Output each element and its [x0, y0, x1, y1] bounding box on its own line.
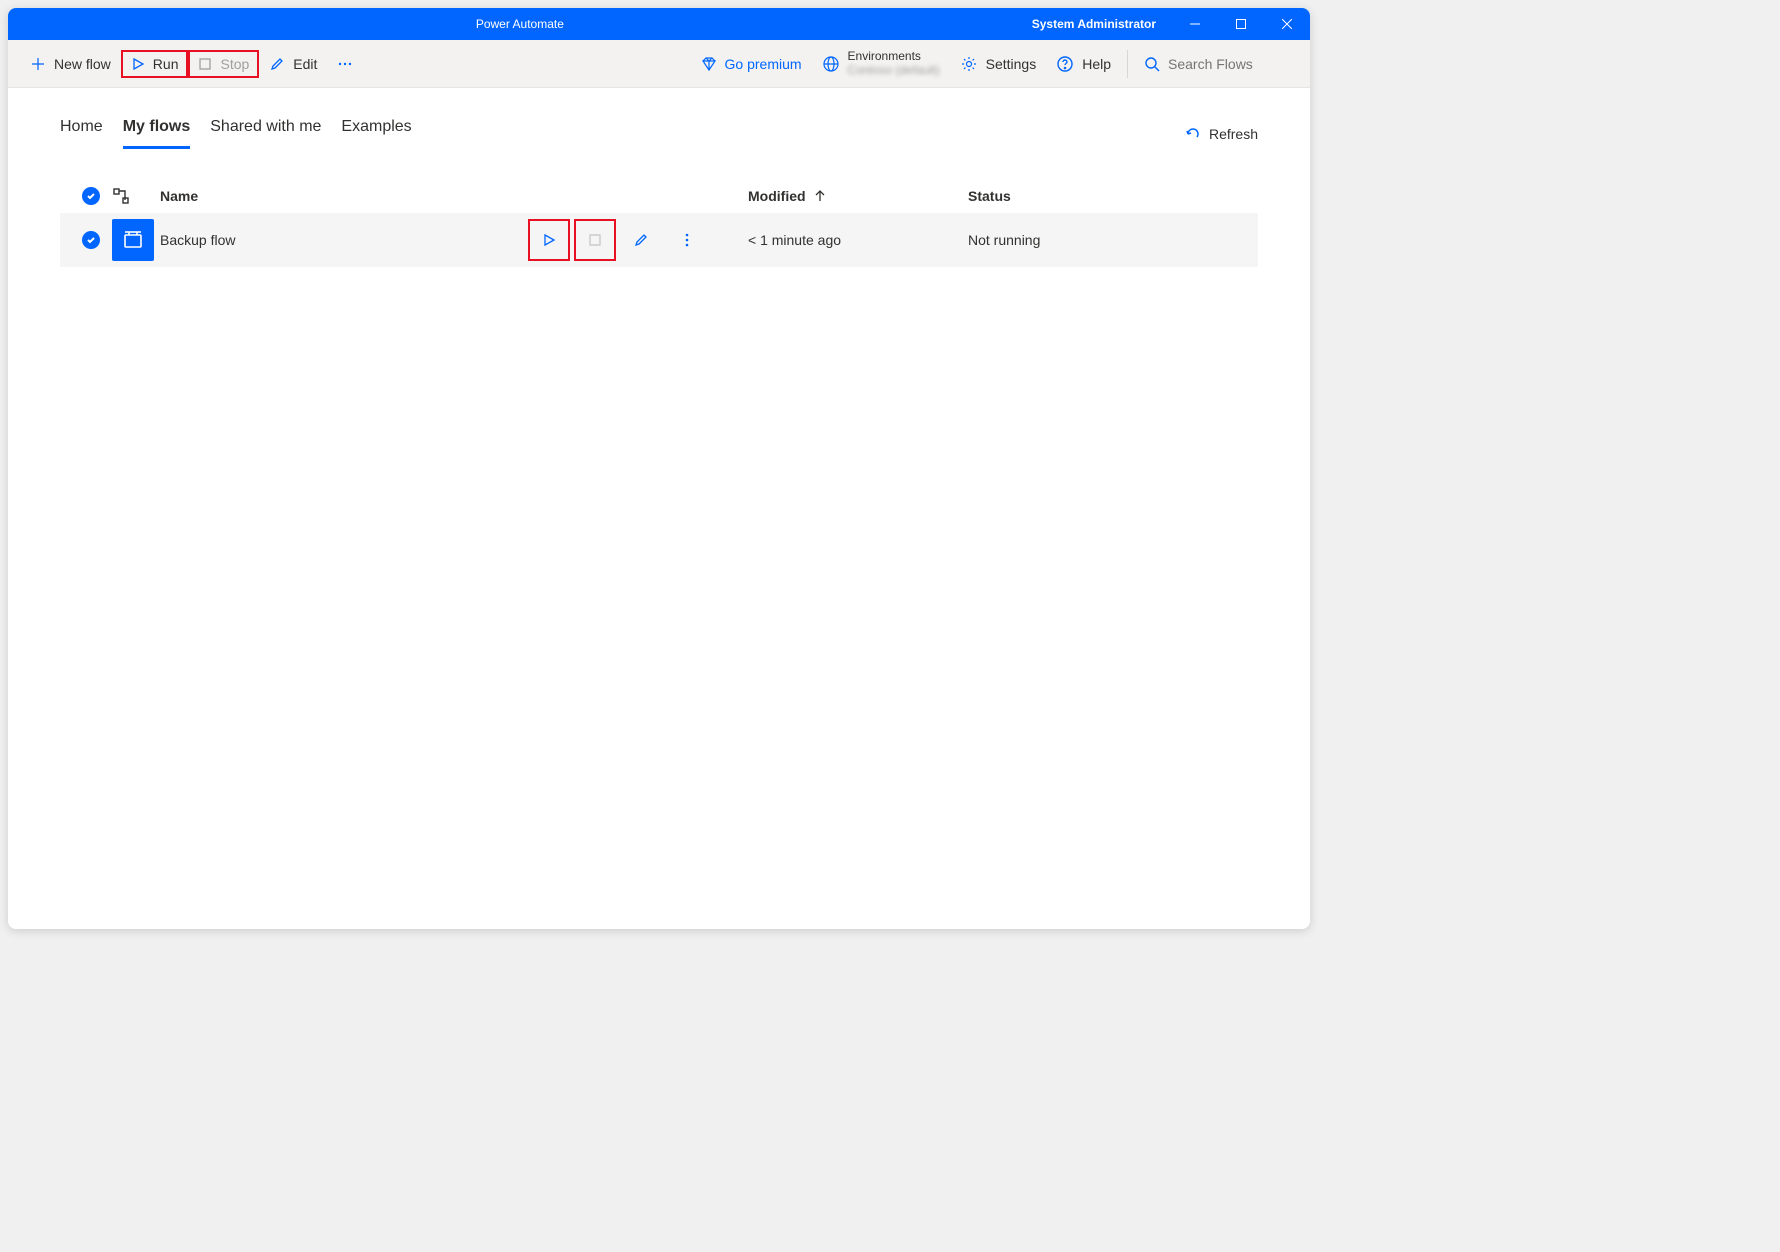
row-stop-button[interactable] [574, 219, 616, 261]
flow-modified: < 1 minute ago [748, 232, 968, 248]
app-window: Power Automate System Administrator New … [8, 8, 1310, 929]
stop-button[interactable]: Stop [188, 50, 259, 78]
tab-examples[interactable]: Examples [341, 118, 411, 149]
gear-icon [960, 55, 978, 73]
content-area: Home My flows Shared with me Examples Re… [8, 88, 1310, 929]
run-button[interactable]: Run [121, 50, 189, 78]
play-icon [131, 57, 145, 71]
column-modified[interactable]: Modified [748, 188, 968, 204]
tabs: Home My flows Shared with me Examples [60, 118, 412, 149]
tab-shared[interactable]: Shared with me [210, 118, 321, 149]
flow-name[interactable]: Backup flow [160, 232, 528, 248]
refresh-label: Refresh [1209, 126, 1258, 142]
sort-ascending-icon [814, 190, 826, 202]
row-run-button[interactable] [528, 219, 570, 261]
search-input[interactable] [1168, 56, 1288, 72]
pencil-icon [269, 56, 285, 72]
close-button[interactable] [1264, 8, 1310, 40]
tab-my-flows[interactable]: My flows [123, 118, 191, 149]
help-icon [1056, 55, 1074, 73]
flow-icon [112, 219, 160, 261]
tabs-row: Home My flows Shared with me Examples Re… [60, 118, 1258, 149]
table-row[interactable]: Backup flow < 1 minute ago Not running [60, 213, 1258, 267]
ellipsis-icon [337, 56, 353, 72]
go-premium-button[interactable]: Go premium [691, 50, 812, 78]
new-flow-label: New flow [54, 56, 111, 72]
environments-button[interactable]: Environments Contoso (default) [812, 44, 950, 82]
run-label: Run [153, 56, 179, 72]
column-status[interactable]: Status [968, 188, 1248, 204]
minimize-button[interactable] [1172, 8, 1218, 40]
diamond-icon [701, 56, 717, 72]
new-flow-button[interactable]: New flow [20, 50, 121, 78]
more-button[interactable] [327, 50, 363, 78]
select-all[interactable] [70, 187, 112, 205]
toolbar-separator [1127, 50, 1128, 78]
help-label: Help [1082, 56, 1111, 72]
stop-label: Stop [220, 56, 249, 72]
search-icon [1144, 56, 1160, 72]
globe-icon [822, 55, 840, 73]
table-header: Name Modified Status [60, 179, 1258, 213]
row-more-button[interactable] [666, 219, 708, 261]
environment-name: Contoso (default) [848, 64, 940, 77]
stop-icon [198, 57, 212, 71]
row-edit-button[interactable] [620, 219, 662, 261]
search-flows[interactable] [1134, 50, 1298, 78]
settings-button[interactable]: Settings [950, 49, 1047, 79]
maximize-button[interactable] [1218, 8, 1264, 40]
tab-home[interactable]: Home [60, 118, 103, 149]
titlebar: Power Automate System Administrator [8, 8, 1310, 40]
flows-table: Name Modified Status Backup flow [60, 179, 1258, 267]
help-button[interactable]: Help [1046, 49, 1121, 79]
toolbar: New flow Run Stop Edit Go premium Enviro… [8, 40, 1310, 88]
settings-label: Settings [986, 56, 1037, 72]
flow-type-icon [112, 187, 160, 205]
plus-icon [30, 56, 46, 72]
flow-status: Not running [968, 232, 1248, 248]
row-select[interactable] [70, 231, 112, 249]
go-premium-label: Go premium [725, 56, 802, 72]
window-title: Power Automate [8, 17, 1032, 31]
refresh-button[interactable]: Refresh [1185, 126, 1258, 142]
refresh-icon [1185, 126, 1201, 142]
edit-button[interactable]: Edit [259, 50, 327, 78]
edit-label: Edit [293, 56, 317, 72]
environments-label: Environments [848, 50, 940, 63]
window-user: System Administrator [1032, 17, 1172, 31]
column-name[interactable]: Name [160, 188, 528, 204]
